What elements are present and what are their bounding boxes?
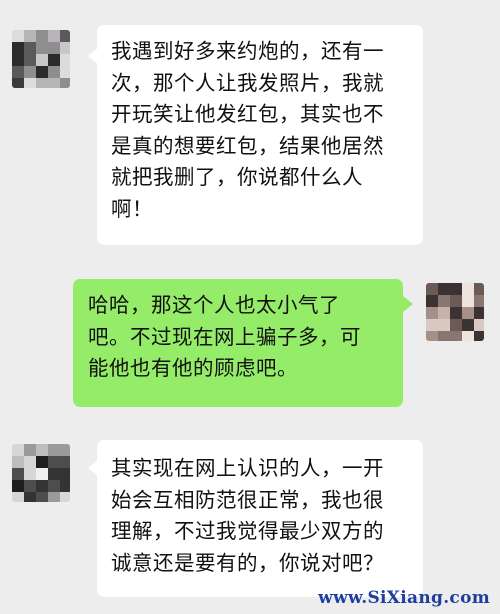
avatar-pixel bbox=[474, 331, 484, 341]
message-bubble-outgoing-1[interactable]: 哈哈，那这个人也太小气了 吧。不过现在网上骗子多，可 能他也有他的顾虑吧。 bbox=[73, 279, 403, 407]
avatar-pixel bbox=[48, 480, 60, 492]
avatar-pixel bbox=[12, 54, 24, 66]
avatar-pixel bbox=[474, 319, 484, 331]
avatar-pixel bbox=[36, 78, 48, 88]
avatar-pixel bbox=[60, 42, 70, 54]
avatar-pixel bbox=[426, 295, 438, 307]
avatar-pixel bbox=[450, 331, 462, 341]
avatar-pixel bbox=[426, 283, 438, 295]
avatar-pixel bbox=[60, 444, 70, 456]
message-bubble-incoming-1[interactable]: 我遇到好多来约炮的，还有一 次，那个人让我发照片，我就 开玩笑让他发红包，其实也… bbox=[97, 25, 423, 245]
avatar-pixel bbox=[48, 42, 60, 54]
avatar-pixel bbox=[24, 66, 36, 78]
message-line: 就把我删了，你说都什么人 bbox=[111, 165, 363, 189]
message-line: 次，那个人让我发照片，我就 bbox=[111, 70, 384, 95]
avatar-pixel bbox=[48, 66, 60, 78]
avatar-pixel bbox=[426, 307, 438, 319]
avatar-pixel bbox=[36, 444, 48, 456]
message-line: 开玩笑让他发红包，其实也不 bbox=[111, 102, 384, 126]
contact-avatar-2[interactable] bbox=[12, 444, 70, 502]
avatar-pixel bbox=[12, 456, 24, 468]
avatar-pixel bbox=[48, 444, 60, 456]
user-avatar[interactable] bbox=[426, 283, 484, 341]
avatar-pixel bbox=[438, 331, 450, 341]
avatar-pixel bbox=[24, 480, 36, 492]
avatar-pixel bbox=[12, 78, 24, 88]
avatar-pixel bbox=[48, 30, 60, 42]
message-line: 是真的想要红包，结果他居然 bbox=[111, 133, 384, 158]
avatar-pixel bbox=[462, 319, 474, 331]
avatar-pixel bbox=[60, 30, 70, 42]
avatar-pixel bbox=[24, 492, 36, 502]
avatar-pixel bbox=[438, 307, 450, 319]
avatar-pixel bbox=[60, 66, 70, 78]
avatar-pixel bbox=[24, 54, 36, 66]
message-line: 理解，不过我觉得最少双方的 bbox=[111, 519, 384, 543]
avatar-pixel bbox=[450, 295, 462, 307]
avatar-pixel bbox=[60, 480, 70, 492]
avatar-pixel bbox=[24, 78, 36, 88]
avatar-pixel bbox=[60, 78, 70, 88]
avatar-pixel bbox=[12, 30, 24, 42]
message-bubble-incoming-2[interactable]: 其实现在网上认识的人，一开 始会互相防范很正常，我也很 理解，不过我觉得最少双方… bbox=[97, 440, 423, 597]
message-line: 吧。不过现在网上骗子多，可 bbox=[88, 324, 361, 349]
avatar-pixel bbox=[462, 283, 474, 295]
avatar-pixel bbox=[36, 456, 48, 468]
avatar-pixel bbox=[48, 456, 60, 468]
avatar-pixel bbox=[462, 331, 474, 341]
avatar-pixel bbox=[36, 480, 48, 492]
avatar-pixel bbox=[426, 319, 438, 331]
contact-avatar-1[interactable] bbox=[12, 30, 70, 88]
avatar-pixel bbox=[60, 468, 70, 480]
avatar-pixel bbox=[12, 42, 24, 54]
avatar-pixel bbox=[36, 468, 48, 480]
avatar-pixel bbox=[24, 444, 36, 456]
message-line: 其实现在网上认识的人，一开 bbox=[111, 456, 384, 480]
message-line: 能他也有他的顾虑吧。 bbox=[88, 356, 298, 380]
message-line: 诚意还是要有的，你说对吧？ bbox=[111, 550, 384, 575]
avatar-pixel bbox=[60, 54, 70, 66]
avatar-pixel bbox=[438, 295, 450, 307]
avatar-pixel bbox=[24, 456, 36, 468]
avatar-pixel bbox=[36, 30, 48, 42]
avatar-pixel bbox=[426, 331, 438, 341]
avatar-pixel bbox=[48, 78, 60, 88]
avatar-pixel bbox=[24, 42, 36, 54]
avatar-pixel bbox=[450, 307, 462, 319]
avatar-pixel bbox=[12, 444, 24, 456]
avatar-pixel bbox=[474, 307, 484, 319]
avatar-pixel bbox=[60, 456, 70, 468]
avatar-pixel bbox=[24, 468, 36, 480]
avatar-pixel bbox=[36, 66, 48, 78]
avatar-pixel bbox=[12, 468, 24, 480]
avatar-pixel bbox=[462, 295, 474, 307]
avatar-pixel bbox=[450, 283, 462, 295]
avatar-pixel bbox=[24, 30, 36, 42]
avatar-pixel bbox=[12, 66, 24, 78]
avatar-pixel bbox=[48, 468, 60, 480]
avatar-pixel bbox=[12, 480, 24, 492]
avatar-pixel bbox=[36, 492, 48, 502]
avatar-pixel bbox=[36, 42, 48, 54]
avatar-pixel bbox=[474, 283, 484, 295]
avatar-pixel bbox=[48, 492, 60, 502]
avatar-pixel bbox=[36, 54, 48, 66]
site-watermark: www.SiXiang.com bbox=[318, 588, 490, 608]
message-line: 始会互相防范很正常，我也很 bbox=[111, 487, 384, 512]
avatar-pixel bbox=[12, 492, 24, 502]
avatar-pixel bbox=[438, 319, 450, 331]
message-line: 哈哈，那这个人也太小气了 bbox=[88, 293, 340, 317]
avatar-pixel bbox=[450, 319, 462, 331]
avatar-pixel bbox=[474, 295, 484, 307]
avatar-pixel bbox=[48, 54, 60, 66]
avatar-pixel bbox=[60, 492, 70, 502]
message-line: 啊！ bbox=[111, 196, 153, 221]
bubble-tail bbox=[403, 296, 413, 312]
avatar-pixel bbox=[462, 307, 474, 319]
message-line: 我遇到好多来约炮的，还有一 bbox=[111, 39, 384, 63]
avatar-pixel bbox=[438, 283, 450, 295]
